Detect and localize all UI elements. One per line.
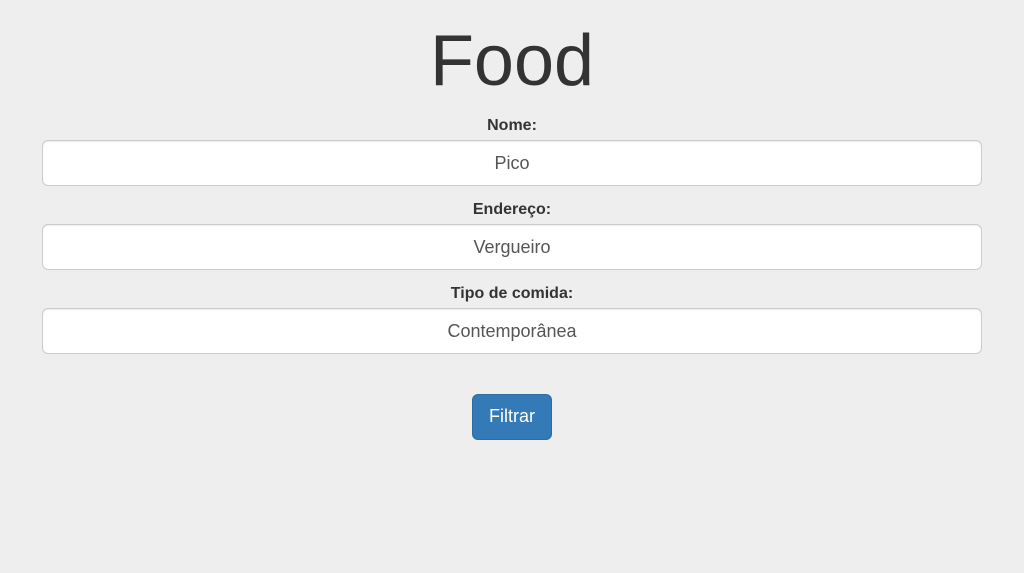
form-group-tipo: Tipo de comida: [42,285,982,354]
endereco-input[interactable] [42,224,982,270]
tipo-label: Tipo de comida: [42,285,982,303]
main-container: Food Nome: Endereço: Tipo de comida: Fil… [27,20,997,440]
page-title: Food [42,20,982,102]
form-group-nome: Nome: [42,117,982,186]
button-row: Filtrar [42,394,982,440]
form-group-endereco: Endereço: [42,201,982,270]
nome-label: Nome: [42,117,982,135]
filtrar-button[interactable]: Filtrar [472,394,552,440]
tipo-input[interactable] [42,308,982,354]
nome-input[interactable] [42,140,982,186]
endereco-label: Endereço: [42,201,982,219]
